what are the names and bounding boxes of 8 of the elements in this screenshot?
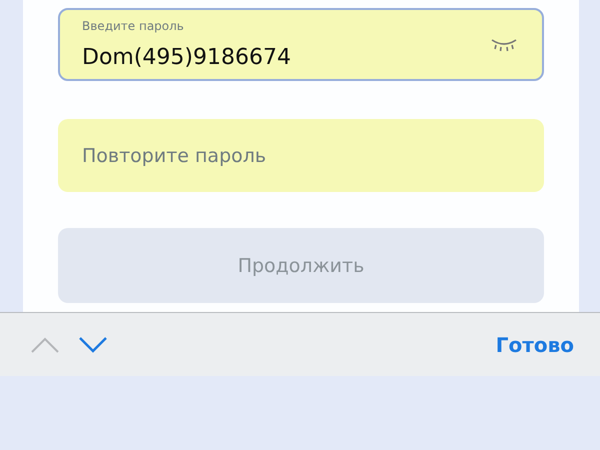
next-chevron-icon[interactable] <box>79 336 107 352</box>
done-button[interactable]: Готово <box>496 332 574 356</box>
repeat-password-input[interactable]: Повторите пароль <box>82 143 518 168</box>
repeat-password-field[interactable]: Повторите пароль <box>58 119 544 192</box>
eye-closed-icon[interactable] <box>490 38 518 52</box>
password-field[interactable]: Введите пароль Dom(495)9186674 <box>58 8 544 81</box>
field-label: Введите пароль <box>82 19 184 33</box>
password-input[interactable]: Dom(495)9186674 <box>82 45 490 70</box>
